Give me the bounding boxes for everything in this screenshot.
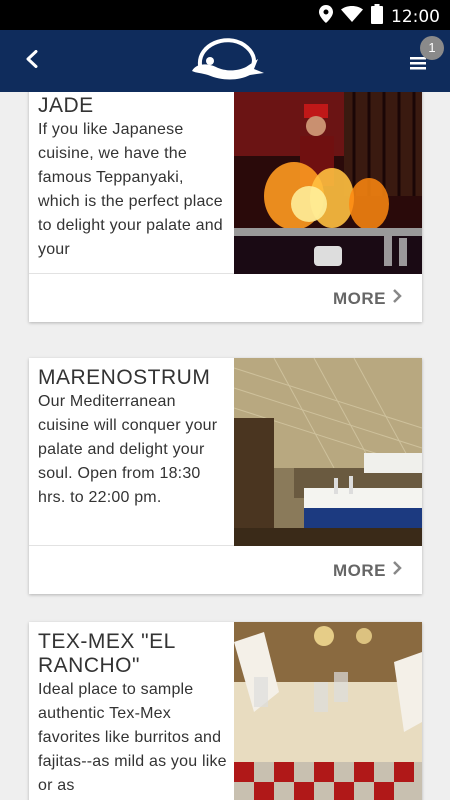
restaurant-image[interactable] <box>234 358 422 546</box>
back-button[interactable] <box>18 47 46 75</box>
chevron-left-icon <box>25 49 39 73</box>
restaurant-list[interactable]: JADE If you like Japanese cuisine, we ha… <box>0 92 450 800</box>
restaurant-card[interactable]: JADE If you like Japanese cuisine, we ha… <box>29 92 422 322</box>
restaurant-card[interactable]: MARENOSTRUM Our Mediterranean cuisine wi… <box>29 358 422 594</box>
restaurant-card[interactable]: TEX-MEX "EL RANCHO" Ideal place to sampl… <box>29 622 422 800</box>
status-bar: 12:00 <box>0 0 450 30</box>
app-bar: 1 <box>0 30 450 92</box>
restaurant-image[interactable] <box>234 92 422 274</box>
mermaid-logo[interactable] <box>186 35 266 87</box>
battery-icon <box>371 4 383 29</box>
restaurant-title: MARENOSTRUM <box>38 366 211 389</box>
more-label: MORE <box>333 560 386 580</box>
restaurant-title: TEX-MEX "EL RANCHO" <box>38 630 176 677</box>
more-button[interactable]: MORE <box>333 560 402 581</box>
restaurant-image[interactable] <box>234 622 422 800</box>
restaurant-description: If you like Japanese cuisine, we have th… <box>38 121 223 258</box>
restaurant-title: JADE <box>38 94 94 117</box>
wifi-icon <box>341 6 363 27</box>
chevron-right-icon <box>392 288 402 309</box>
more-label: MORE <box>333 288 386 308</box>
chevron-right-icon <box>392 560 402 581</box>
restaurant-description: Ideal place to sample authentic Tex-Mex … <box>38 681 227 794</box>
more-button[interactable]: MORE <box>333 288 402 309</box>
restaurant-description: Our Mediterranean cuisine will conquer y… <box>38 393 218 506</box>
notification-badge[interactable]: 1 <box>420 36 444 60</box>
status-time: 12:00 <box>391 6 440 27</box>
location-icon <box>319 5 333 28</box>
